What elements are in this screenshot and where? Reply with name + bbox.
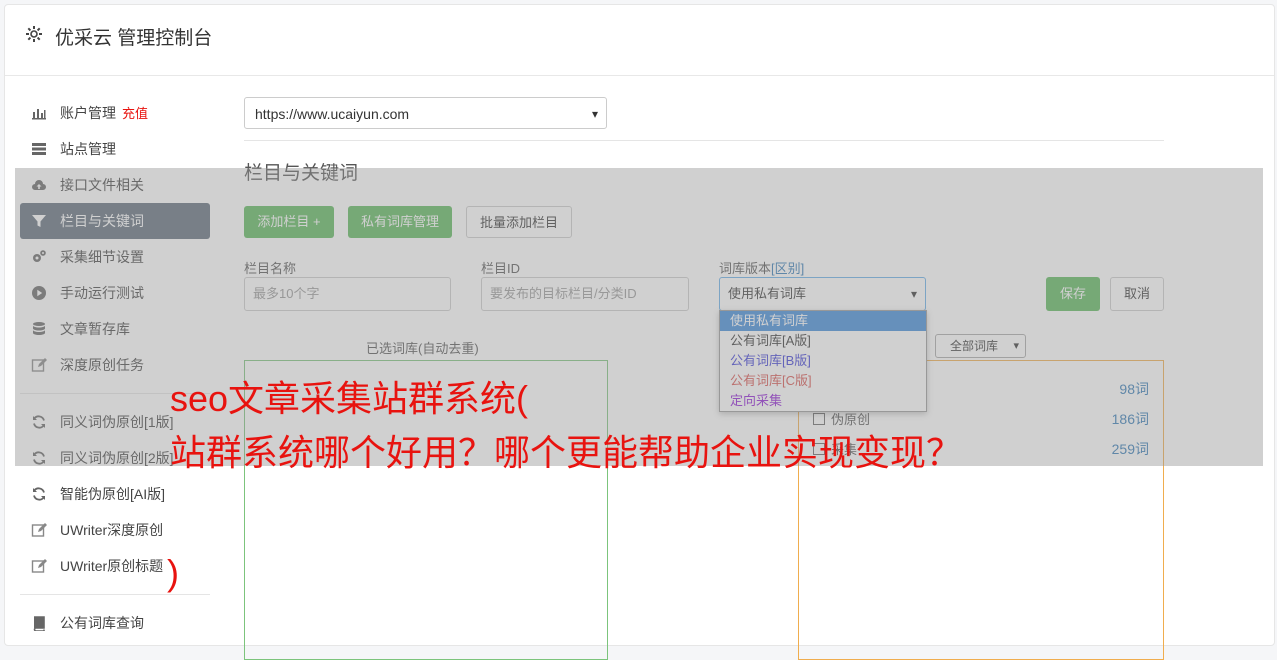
chevron-down-icon: ▾: [591, 107, 598, 121]
refresh-icon: [31, 486, 47, 502]
sidebar-item-ai-rewrite[interactable]: 智能伪原创[AI版]: [20, 476, 210, 512]
divider: [244, 140, 1164, 141]
overlay-caption-line3: ): [167, 552, 179, 593]
edit-icon: [31, 522, 47, 538]
sidebar-item-label: UWriter原创标题: [60, 558, 164, 574]
sidebar-item-label: 智能伪原创[AI版]: [60, 486, 166, 502]
sidebar-item-uwriter-title[interactable]: UWriter原创标题: [20, 548, 210, 584]
sidebar-item-label: 公有词库查询: [60, 615, 144, 631]
edit-icon: [31, 558, 47, 574]
sidebar-item-account[interactable]: 账户管理 充值: [20, 95, 210, 131]
site-select-value: https://www.ucaiyun.com: [255, 106, 410, 122]
overlay-caption-line2: 站群系统哪个好用？哪个更能帮助企业实现变现？: [170, 432, 963, 473]
header: 优采云 管理控制台: [5, 5, 1274, 76]
server-icon: [31, 141, 47, 157]
overlay-caption-line1: seo文章采集站群系统(: [170, 378, 529, 419]
book-icon: [31, 615, 47, 631]
bar-chart-icon: [31, 105, 47, 121]
sidebar-item-uwriter-deep[interactable]: UWriter深度原创: [20, 512, 210, 548]
sidebar-item-sites[interactable]: 站点管理: [20, 131, 210, 167]
sidebar-item-label: 站点管理: [60, 141, 116, 157]
page-title: 优采云 管理控制台: [55, 28, 213, 49]
sidebar-item-label: 账户管理: [60, 105, 116, 121]
sidebar-divider: [20, 594, 210, 595]
gear-icon: [25, 25, 43, 43]
site-select[interactable]: https://www.ucaiyun.com ▾: [244, 97, 607, 129]
sidebar-item-label: UWriter深度原创: [60, 522, 164, 538]
recharge-link[interactable]: 充值: [122, 106, 148, 121]
